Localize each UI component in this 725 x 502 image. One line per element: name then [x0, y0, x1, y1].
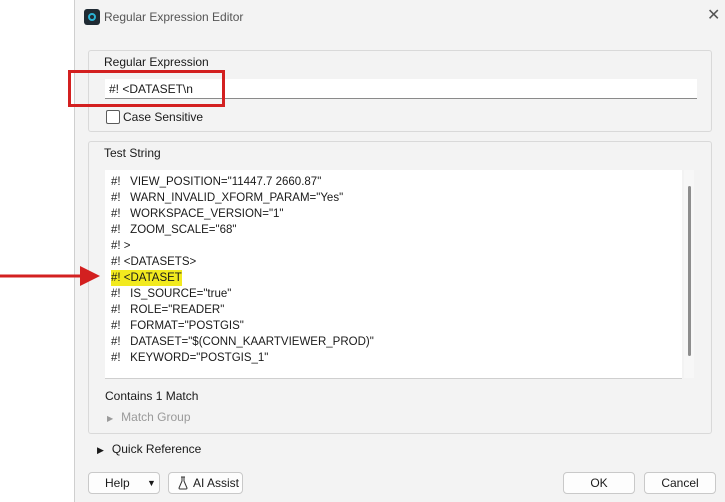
- triangle-right-icon: ▶: [107, 414, 114, 423]
- test-line: #! VIEW_POSITION="11447.7 2660.87": [111, 176, 322, 188]
- annotation-highlight-box: [68, 70, 225, 107]
- background-window-left: [0, 0, 74, 502]
- match-summary: Contains 1 Match: [105, 389, 199, 403]
- case-sensitive-label: Case Sensitive: [123, 110, 204, 124]
- regex-label: Regular Expression: [104, 55, 209, 69]
- scrollbar-thumb[interactable]: [688, 186, 691, 356]
- test-line: #! >: [111, 240, 131, 252]
- test-line: #! WARN_INVALID_XFORM_PARAM="Yes": [111, 192, 344, 204]
- app-icon: [84, 9, 100, 25]
- quick-reference-expander[interactable]: ▶ Quick Reference: [97, 442, 201, 456]
- ai-assist-button[interactable]: AI Assist: [168, 472, 243, 494]
- test-line: #! KEYWORD="POSTGIS_1": [111, 352, 269, 364]
- match-group-label: Match Group: [121, 410, 191, 424]
- test-string-label: Test String: [104, 146, 161, 160]
- test-line: #! IS_SOURCE="true": [111, 288, 232, 300]
- quick-reference-label: Quick Reference: [111, 442, 202, 456]
- triangle-right-icon: ▶: [97, 445, 104, 455]
- help-button[interactable]: Help ▼: [88, 472, 160, 494]
- test-string-textarea[interactable]: #! VIEW_POSITION="11447.7 2660.87" #! WA…: [105, 170, 682, 379]
- test-line: #! DATASET="$(CONN_KAARTVIEWER_PROD)": [111, 336, 374, 348]
- test-line-match-highlight: #! <DATASET: [111, 270, 182, 286]
- ai-assist-label: AI Assist: [193, 476, 240, 490]
- annotation-arrow-icon: [0, 266, 100, 286]
- test-line: #! FORMAT="POSTGIS": [111, 320, 244, 332]
- title-bar: Regular Expression Editor ✕: [75, 0, 720, 34]
- ok-button[interactable]: OK: [563, 472, 635, 494]
- close-icon[interactable]: ✕: [707, 6, 720, 26]
- cancel-button[interactable]: Cancel: [644, 472, 716, 494]
- window-title: Regular Expression Editor: [104, 10, 244, 24]
- case-sensitive-checkbox[interactable]: [106, 110, 120, 124]
- test-line: #! ZOOM_SCALE="68": [111, 224, 237, 236]
- test-line: #! <DATASETS>: [111, 256, 197, 268]
- test-line: #! WORKSPACE_VERSION="1": [111, 208, 284, 220]
- help-label: Help: [105, 476, 130, 490]
- match-group-expander[interactable]: ▶ Match Group: [107, 410, 191, 424]
- flask-icon: [178, 476, 188, 490]
- dropdown-arrow-icon[interactable]: ▼: [147, 473, 156, 493]
- test-line: #! ROLE="READER": [111, 304, 225, 316]
